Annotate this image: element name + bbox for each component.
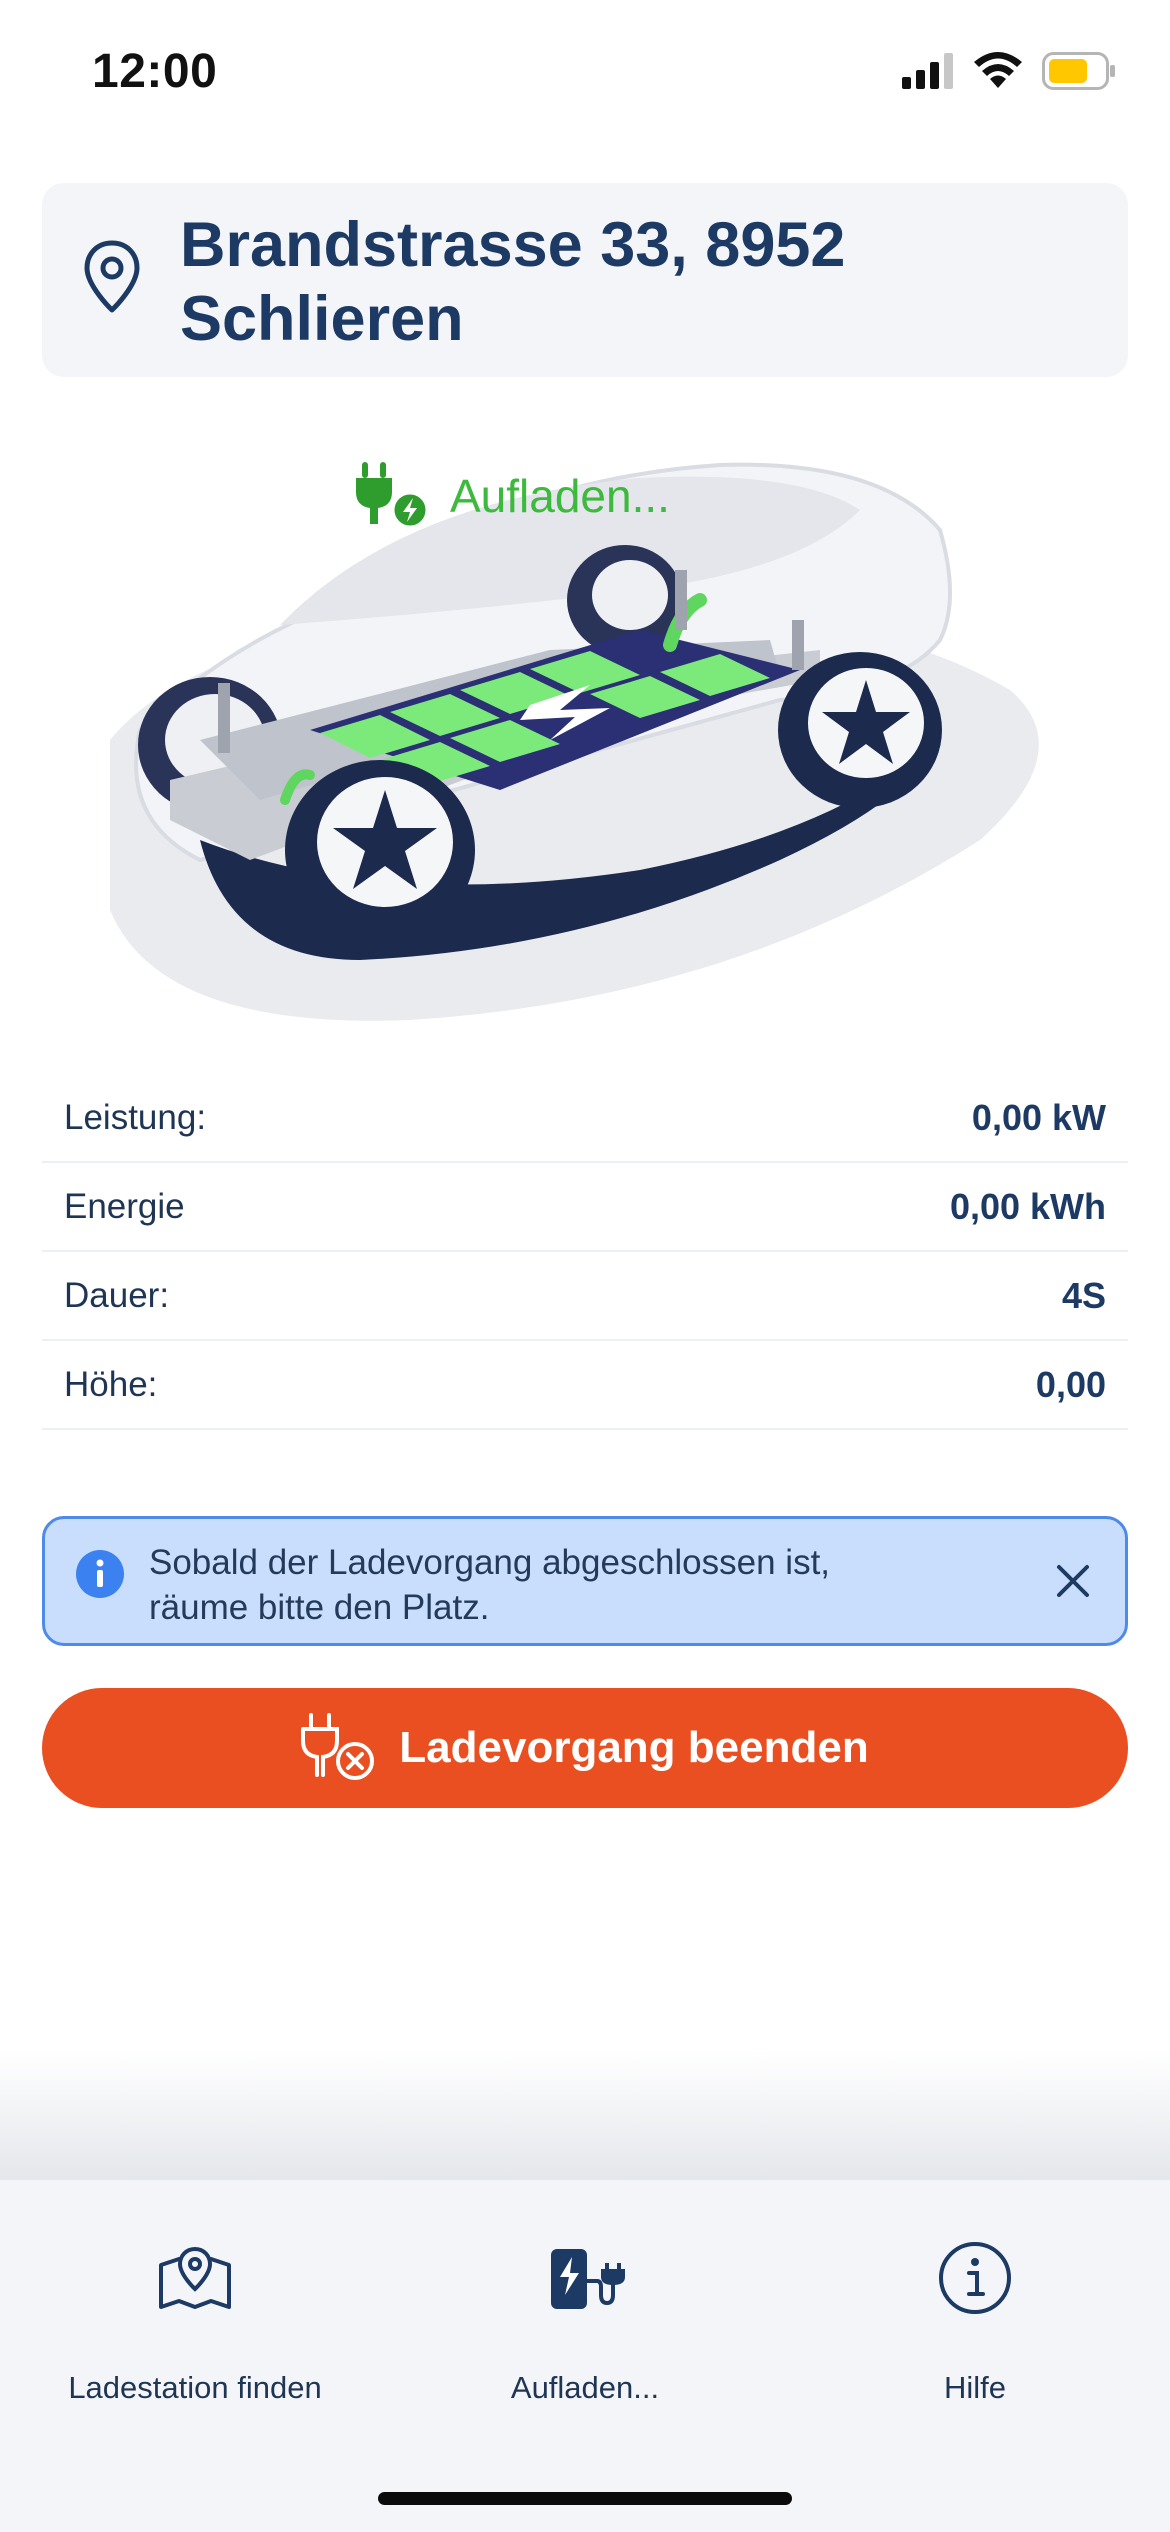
- detail-label: Leistung:: [64, 1097, 207, 1137]
- detail-value: 4S: [1061, 1274, 1106, 1316]
- map-pin-icon: [159, 2246, 231, 2309]
- detail-row-power: Leistung: 0,00 kW: [42, 1074, 1128, 1163]
- detail-row-duration: Dauer: 4S: [42, 1252, 1128, 1341]
- home-indicator: [378, 2492, 792, 2505]
- charging-status: Aufladen...: [356, 462, 670, 530]
- charging-details: Leistung: 0,00 kW Energie 0,00 kWh Dauer…: [42, 1074, 1128, 1430]
- tab-label: Ladestation finden: [68, 2370, 322, 2405]
- tab-label: Hilfe: [943, 2370, 1006, 2405]
- tab-bar-shadow: [0, 2050, 1170, 2180]
- status-bar: 12:00: [0, 0, 1170, 150]
- detail-value: 0,00 kW: [971, 1096, 1106, 1138]
- detail-label: Energie: [64, 1186, 185, 1226]
- tab-help[interactable]: Hilfe: [780, 2236, 1170, 2406]
- location-pin-icon: [84, 240, 140, 313]
- stop-charging-button[interactable]: Ladevorgang beenden: [42, 1688, 1128, 1808]
- info-message: Sobald der Ladevorgang abgeschlossen ist…: [149, 1540, 999, 1630]
- info-circle-icon: [939, 2242, 1011, 2314]
- stop-charging-label: Ladevorgang beenden: [399, 1723, 869, 1772]
- tab-find-station[interactable]: Ladestation finden: [0, 2236, 390, 2406]
- tab-charging[interactable]: Aufladen...: [390, 2236, 780, 2406]
- charging-status-label: Aufladen...: [450, 470, 670, 522]
- tab-bar: Ladestation finden Aufladen... Hilfe: [0, 2180, 1170, 2532]
- detail-value: 0,00 kWh: [949, 1185, 1106, 1227]
- detail-row-amount: Höhe: 0,00: [42, 1341, 1128, 1430]
- wifi-icon: [974, 52, 1022, 88]
- tab-label: Aufladen...: [510, 2370, 660, 2405]
- info-message-line1: Sobald der Ladevorgang abgeschlossen ist…: [149, 1543, 831, 1582]
- close-icon[interactable]: [1047, 1555, 1099, 1607]
- plug-charging-icon: [356, 462, 428, 529]
- status-time: 12:00: [92, 45, 218, 98]
- detail-label: Höhe:: [64, 1364, 158, 1404]
- charging-screen: 12:00 Brandstrasse 33, 8952 Schlieren Au…: [0, 0, 1170, 2532]
- status-icons: [902, 52, 1116, 90]
- detail-label: Dauer:: [64, 1275, 170, 1315]
- cellular-signal-icon: [902, 53, 953, 89]
- info-icon: [76, 1550, 124, 1598]
- charging-station-icon: [551, 2249, 625, 2309]
- info-banner: Sobald der Ladevorgang abgeschlossen ist…: [42, 1516, 1128, 1646]
- plug-cancel-icon: [301, 1713, 375, 1780]
- address-card[interactable]: Brandstrasse 33, 8952 Schlieren: [42, 183, 1128, 377]
- address-text: Brandstrasse 33, 8952 Schlieren: [180, 210, 846, 354]
- detail-value: 0,00: [1035, 1363, 1106, 1405]
- detail-row-energy: Energie 0,00 kWh: [42, 1163, 1128, 1252]
- electric-car-illustration: [110, 462, 1039, 1021]
- battery-icon: [1042, 52, 1115, 90]
- info-message-line2: räume bitte den Platz.: [149, 1588, 490, 1627]
